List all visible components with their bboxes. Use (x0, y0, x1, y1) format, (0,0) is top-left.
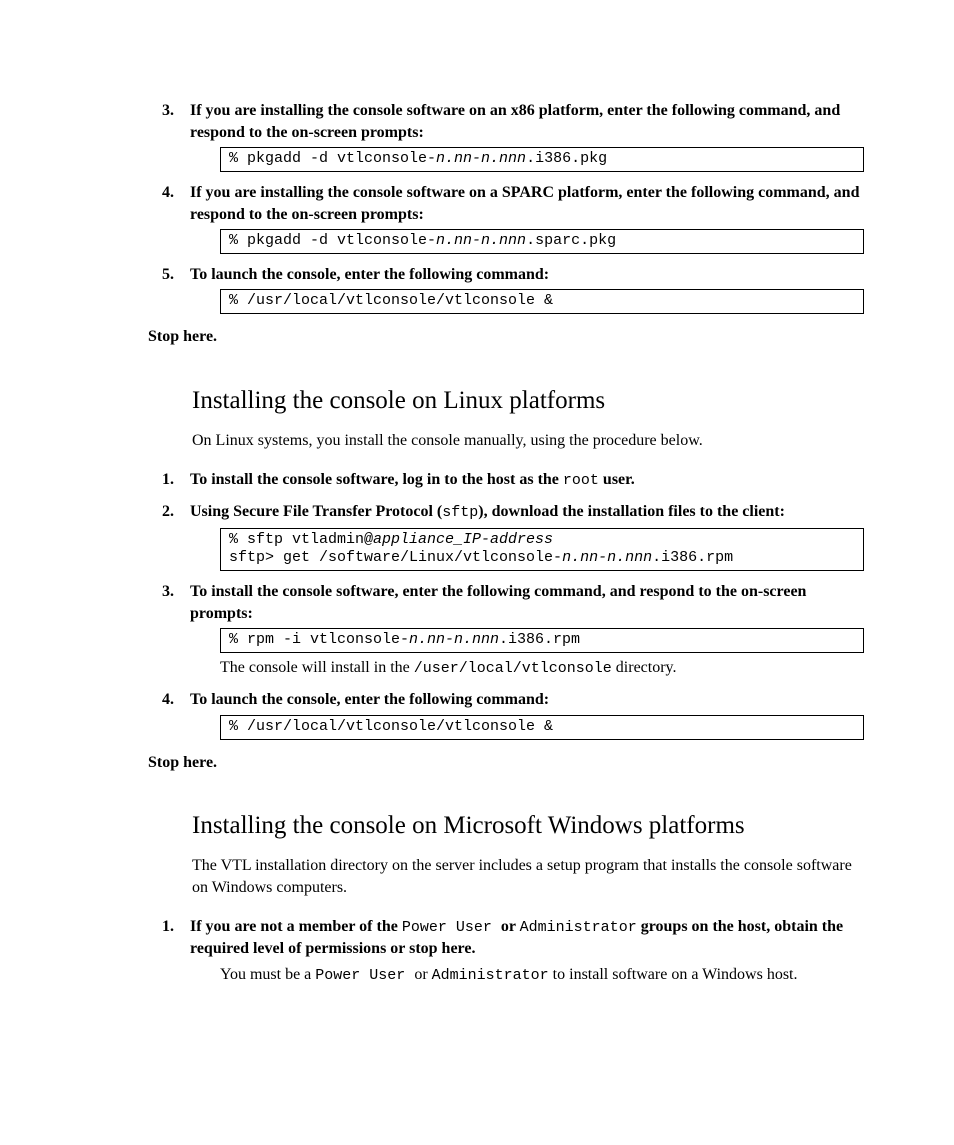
step-number: 3. (162, 100, 190, 143)
step-number: 2. (162, 501, 190, 523)
step-text: If you are installing the console softwa… (190, 100, 864, 143)
stop-here: Stop here. (148, 752, 864, 774)
step-text: To launch the console, enter the followi… (190, 264, 864, 286)
code-l2a: sftp> get /software/Linux/vtlconsole- (229, 549, 562, 566)
code-inline: /user/local/vtlconsole (414, 660, 612, 677)
code-pre: % pkgadd -d vtlconsole- (229, 232, 436, 249)
text-part: directory. (612, 659, 677, 676)
code-a: % rpm -i vtlconsole- (229, 631, 409, 648)
code-l2b: n.nn-n.nnn (562, 549, 652, 566)
step-2: 2. Using Secure File Transfer Protocol (… (162, 501, 864, 523)
code-var: n.nn-n.nnn (436, 150, 526, 167)
code-var: n.nn-n.nnn (436, 232, 526, 249)
step-4: 4. If you are installing the console sof… (162, 182, 864, 225)
step-list: 1. To install the console software, log … (162, 469, 864, 740)
step-list: 3. If you are installing the console sof… (162, 100, 864, 314)
step-text: To install the console software, enter t… (190, 581, 864, 624)
code-block: % /usr/local/vtlconsole/vtlconsole & (220, 289, 864, 314)
step-1: 1. If you are not a member of the Power … (162, 916, 864, 960)
text-part: Using Secure File Transfer Protocol ( (190, 503, 442, 520)
step-number: 5. (162, 264, 190, 286)
code-block: % rpm -i vtlconsole-n.nn-n.nnn.i386.rpm (220, 628, 864, 653)
step-1: 1. To install the console software, log … (162, 469, 864, 491)
code-block: % /usr/local/vtlconsole/vtlconsole & (220, 715, 864, 740)
code-l1a: % sftp vtladmin@ (229, 531, 373, 548)
step-5: 5. To launch the console, enter the foll… (162, 264, 864, 286)
code-post: .i386.pkg (526, 150, 607, 167)
step-3: 3. To install the console software, ente… (162, 581, 864, 624)
code-l1b: appliance_IP-address (373, 531, 553, 548)
section-heading: Installing the console on Microsoft Wind… (192, 809, 864, 843)
step-text: To install the console software, log in … (190, 469, 864, 491)
section-intro: The VTL installation directory on the se… (192, 855, 864, 898)
text-part: user. (599, 471, 635, 488)
step-text: To launch the console, enter the followi… (190, 689, 864, 711)
text-part: The console will install in the (220, 659, 414, 676)
step-number: 3. (162, 581, 190, 624)
text-part: You must be a (220, 966, 315, 983)
text-part: To install the console software, log in … (190, 471, 563, 488)
code-block: % pkgadd -d vtlconsole-n.nn-n.nnn.i386.p… (220, 147, 864, 172)
text-part: ), download the installation files to th… (478, 503, 785, 520)
text-part: to install software on a Windows host. (549, 966, 798, 983)
code-pre: % /usr/local/vtlconsole/vtlconsole & (229, 292, 553, 309)
section-windows: Installing the console on Microsoft Wind… (150, 809, 864, 986)
code: % /usr/local/vtlconsole/vtlconsole & (229, 718, 553, 735)
step-text: Using Secure File Transfer Protocol (sft… (190, 501, 864, 523)
step-number: 4. (162, 182, 190, 225)
section-intro: On Linux systems, you install the consol… (192, 430, 864, 452)
section-solaris-continued: 3. If you are installing the console sof… (150, 100, 864, 348)
step-number: 1. (162, 469, 190, 491)
step-3: 3. If you are installing the console sof… (162, 100, 864, 143)
code-block: % pkgadd -d vtlconsole-n.nn-n.nnn.sparc.… (220, 229, 864, 254)
step-4: 4. To launch the console, enter the foll… (162, 689, 864, 711)
step-number: 4. (162, 689, 190, 711)
code-block: % sftp vtladmin@appliance_IP-address sft… (220, 528, 864, 572)
step-text: If you are not a member of the Power Use… (190, 916, 864, 960)
code-post: .sparc.pkg (526, 232, 616, 249)
text-part: or (414, 966, 431, 983)
step-text: If you are installing the console softwa… (190, 182, 864, 225)
code-inline: root (563, 472, 599, 489)
section-heading: Installing the console on Linux platform… (192, 384, 864, 418)
code-inline: Administrator (520, 919, 637, 936)
step-body: The console will install in the /user/lo… (220, 657, 864, 679)
text-part: If you are not a member of the (190, 918, 402, 935)
code-l2c: .i386.rpm (652, 549, 733, 566)
step-number: 1. (162, 916, 190, 960)
code-b: n.nn-n.nnn (409, 631, 499, 648)
code-inline: Power User (315, 967, 414, 984)
step-body: You must be a Power User or Administrato… (220, 964, 864, 986)
code-inline: Power User (402, 919, 501, 936)
text-part: or (501, 918, 520, 935)
code-inline: sftp (442, 504, 478, 521)
code-c: .i386.rpm (499, 631, 580, 648)
step-list: 1. If you are not a member of the Power … (162, 916, 864, 986)
section-linux: Installing the console on Linux platform… (150, 384, 864, 773)
stop-here: Stop here. (148, 326, 864, 348)
code-inline: Administrator (432, 967, 549, 984)
code-pre: % pkgadd -d vtlconsole- (229, 150, 436, 167)
